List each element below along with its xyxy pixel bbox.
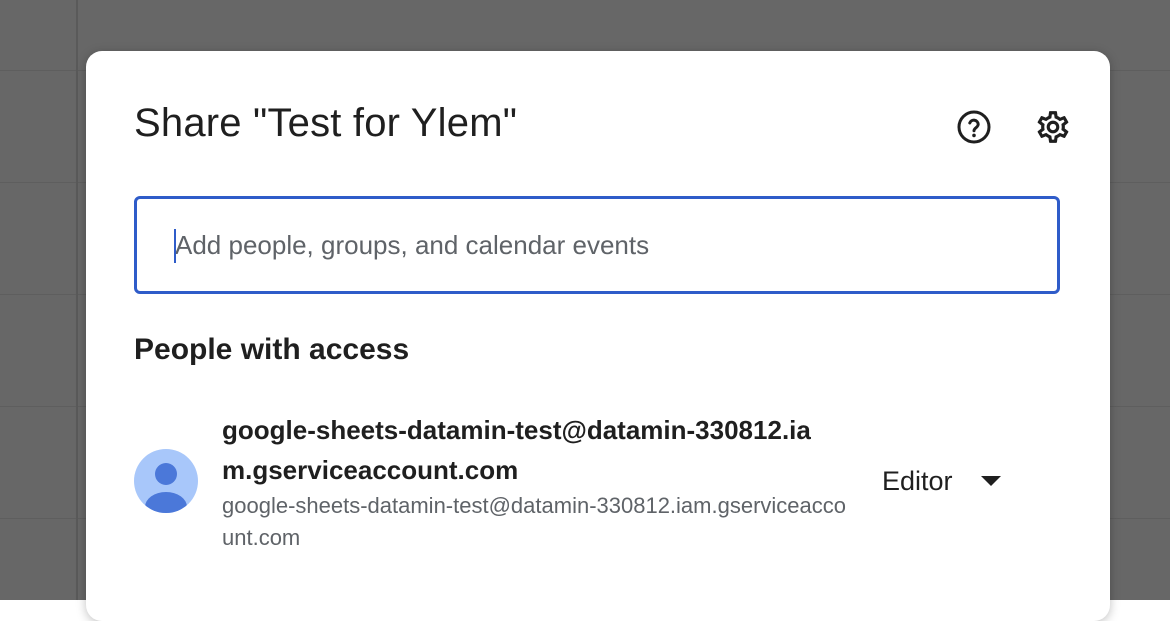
gear-icon (1037, 111, 1069, 143)
text-caret (174, 229, 176, 263)
dialog-title: Share "Test for Ylem" (134, 101, 518, 145)
help-button[interactable] (952, 105, 996, 149)
role-dropdown[interactable]: Editor (882, 456, 1001, 506)
person-list-item: google-sheets-datamin-test@datamin-33081… (134, 406, 1062, 556)
person-avatar (134, 449, 198, 513)
people-with-access-heading: People with access (134, 333, 410, 366)
person-display-name: google-sheets-datamin-test@datamin-33081… (222, 415, 811, 485)
person-icon (145, 463, 187, 513)
person-email: google-sheets-datamin-test@datamin-33081… (222, 493, 846, 550)
role-label: Editor (882, 465, 953, 496)
share-dialog: Share "Test for Ylem" People with access… (86, 51, 1110, 621)
dropdown-caret-icon (980, 476, 1001, 486)
settings-button[interactable] (1031, 105, 1075, 149)
add-people-input[interactable] (134, 196, 1060, 294)
help-circle-icon (957, 110, 991, 144)
